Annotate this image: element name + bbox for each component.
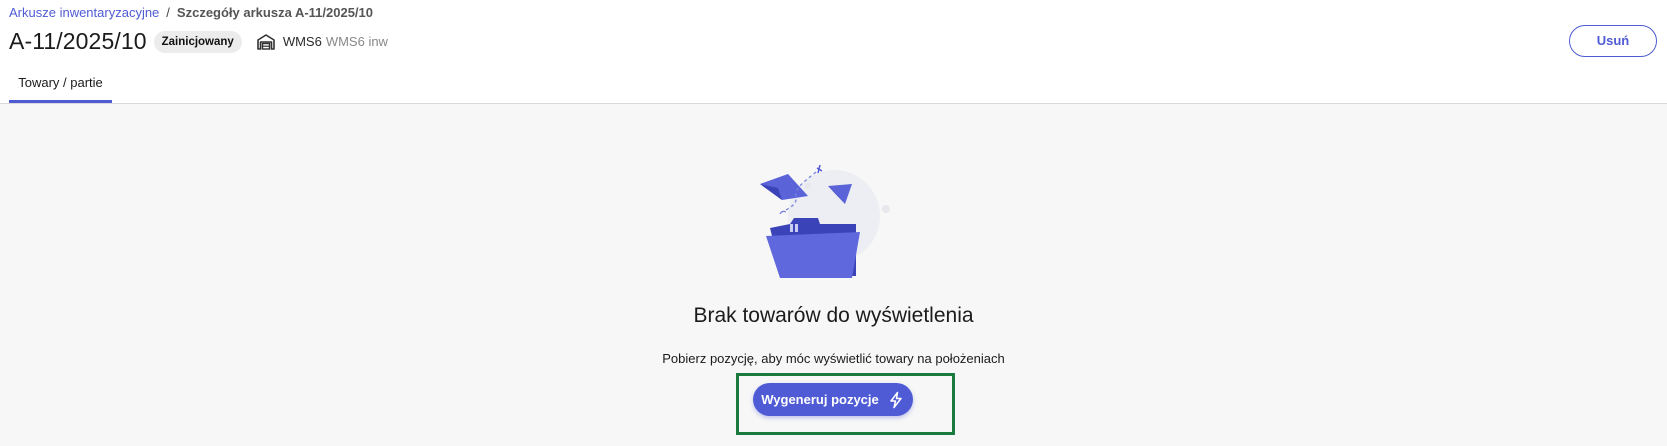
breadcrumb-separator: / — [166, 5, 170, 20]
warehouse-icon — [256, 32, 276, 52]
generate-positions-button[interactable]: Wygeneruj pozycje — [753, 383, 913, 416]
warehouse-name: WMS6 inw — [325, 34, 388, 49]
title-row: A-11/2025/10 Zainicjowany WMS6 WMS6 inw — [9, 28, 388, 55]
breadcrumb-current: Szczegóły arkusza A-11/2025/10 — [176, 5, 374, 20]
generate-button-label: Wygeneruj pozycje — [761, 392, 879, 407]
empty-state-subtitle: Pobierz pozycję, aby móc wyświetlić towa… — [662, 351, 1005, 366]
page-header: Arkusze inwentaryzacyjne / Szczegóły ark… — [0, 0, 1667, 104]
delete-button[interactable]: Usuń — [1569, 25, 1657, 57]
status-badge: Zainicjowany — [153, 30, 242, 53]
warehouse-code: WMS6 — [282, 34, 322, 49]
breadcrumb-link-sheets[interactable]: Arkusze inwentaryzacyjne — [9, 5, 159, 20]
tab-products-batches[interactable]: Towary / partie — [9, 72, 112, 103]
lightning-icon — [887, 391, 905, 409]
breadcrumb: Arkusze inwentaryzacyjne / Szczegóły ark… — [9, 5, 373, 20]
main-content: Brak towarów do wyświetlenia Pobierz poz… — [0, 104, 1667, 446]
warehouse-info: WMS6 WMS6 inw — [256, 32, 388, 52]
empty-state-title: Brak towarów do wyświetlenia — [693, 304, 974, 327]
empty-folder-illustration — [760, 164, 906, 282]
page-title: A-11/2025/10 — [9, 28, 147, 54]
